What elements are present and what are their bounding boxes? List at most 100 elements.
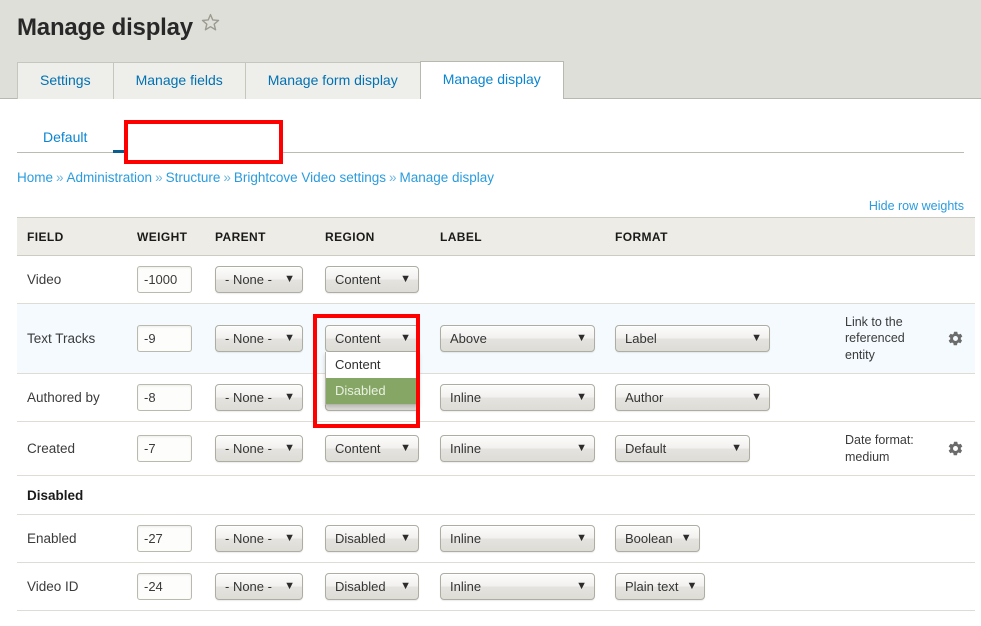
row-format-cell: Label ▼: [615, 303, 845, 375]
parent-select[interactable]: - None - ▼: [215, 324, 303, 352]
breadcrumb-item-administration[interactable]: Administration: [67, 170, 153, 185]
row-format-cell: Plain text ▼: [615, 562, 845, 612]
row-field-name: Video: [17, 255, 137, 304]
format-select-value: Author: [625, 390, 664, 406]
row-format-cell: Boolean ▼: [615, 514, 845, 564]
region-select-open-wrapper: Content ▼ Content Disabled: [325, 324, 419, 406]
row-weights-toggle-container: Hide row weights: [17, 199, 964, 213]
parent-select-value: - None -: [225, 390, 272, 406]
format-select[interactable]: Author ▼: [615, 384, 770, 412]
row-weight-cell: [137, 421, 215, 477]
parent-select[interactable]: - None - ▼: [215, 525, 303, 553]
weight-input[interactable]: [137, 384, 192, 412]
weight-input[interactable]: [137, 324, 192, 352]
format-select-value: Label: [625, 330, 657, 346]
row-parent-cell: - None - ▼: [215, 303, 325, 375]
breadcrumb-separator: »: [155, 170, 163, 185]
breadcrumb-item-manage-display[interactable]: Manage display: [400, 170, 495, 185]
parent-select[interactable]: - None - ▼: [215, 265, 303, 293]
chevron-down-icon: ▼: [751, 331, 762, 344]
region-select[interactable]: Content ▼: [325, 324, 419, 352]
table-row: Text Tracks - None - ▼ Content ▼: [17, 303, 975, 406]
region-select[interactable]: Disabled ▼: [325, 573, 419, 601]
row-summary-cell: [845, 514, 935, 564]
column-header-parent: PARENT: [215, 216, 325, 256]
dropdown-option-disabled[interactable]: Disabled: [326, 378, 418, 405]
hide-row-weights-link[interactable]: Hide row weights: [869, 199, 964, 213]
format-select-value: Plain text: [625, 579, 679, 595]
parent-select-value: - None -: [225, 579, 272, 595]
weight-input[interactable]: [137, 573, 192, 601]
primary-tabs: Settings Manage fields Manage form displ…: [17, 60, 564, 99]
dropdown-option-content[interactable]: Content: [326, 352, 418, 378]
chevron-down-icon: ▼: [576, 580, 587, 593]
gear-icon[interactable]: [947, 440, 964, 457]
label-select-value: Inline: [450, 390, 482, 406]
format-select[interactable]: Label ▼: [615, 324, 770, 352]
tab-manage-form-display-label: Manage form display: [267, 71, 398, 88]
row-label-cell: Inline ▼: [440, 421, 615, 477]
label-select[interactable]: Inline ▼: [440, 525, 595, 553]
subtab-brightcove-video[interactable]: Brightcove Video: [113, 129, 271, 153]
region-select-value: Disabled: [335, 531, 386, 547]
row-label-cell: [440, 255, 615, 304]
row-settings-cell: [935, 255, 975, 304]
table-head: FIELD WEIGHT PARENT REGION LABEL FORMAT: [17, 216, 975, 256]
parent-select[interactable]: - None - ▼: [215, 573, 303, 601]
tab-settings-label: Settings: [40, 71, 91, 88]
row-settings-cell: [935, 303, 975, 375]
row-format-cell: [615, 255, 845, 304]
format-select-value: Boolean: [625, 531, 673, 547]
breadcrumb-separator: »: [56, 170, 64, 185]
chevron-down-icon: ▼: [400, 532, 411, 545]
label-select[interactable]: Inline ▼: [440, 435, 595, 463]
label-select-value: Inline: [450, 531, 482, 547]
parent-select-value: - None -: [225, 330, 272, 346]
tab-manage-form-display[interactable]: Manage form display: [244, 61, 420, 99]
weight-input[interactable]: [137, 525, 192, 553]
row-parent-cell: - None - ▼: [215, 562, 325, 612]
table-row: Authored by - None - ▼ Content ▼: [17, 373, 975, 423]
chevron-down-icon: ▼: [576, 331, 587, 344]
tab-settings[interactable]: Settings: [17, 61, 113, 99]
format-select[interactable]: Plain text ▼: [615, 573, 706, 601]
weight-input[interactable]: [137, 265, 192, 293]
chevron-down-icon: ▼: [576, 532, 587, 545]
row-settings-cell: [935, 373, 975, 423]
star-outline-icon[interactable]: [200, 12, 221, 33]
tab-manage-fields[interactable]: Manage fields: [112, 61, 245, 99]
gear-icon[interactable]: [947, 330, 964, 347]
table-region-header-row: Disabled: [17, 475, 975, 516]
region-select[interactable]: Content ▼: [325, 435, 419, 463]
parent-select[interactable]: - None - ▼: [215, 435, 303, 463]
breadcrumb-item-brightcove-video-settings[interactable]: Brightcove Video settings: [234, 170, 386, 185]
chevron-down-icon: ▼: [400, 331, 411, 344]
region-select[interactable]: Disabled ▼: [325, 525, 419, 553]
tab-manage-display[interactable]: Manage display: [419, 60, 564, 99]
parent-select-value: - None -: [225, 271, 272, 287]
subtab-default[interactable]: Default: [17, 130, 113, 153]
row-weight-cell: [137, 373, 215, 423]
row-parent-cell: - None - ▼: [215, 421, 325, 477]
label-select[interactable]: Above ▼: [440, 324, 595, 352]
label-select[interactable]: Inline ▼: [440, 384, 595, 412]
row-region-cell: Content ▼ Content Disabled: [325, 303, 440, 406]
breadcrumb-item-structure[interactable]: Structure: [166, 170, 221, 185]
parent-select[interactable]: - None - ▼: [215, 384, 303, 412]
chevron-down-icon: ▼: [400, 272, 411, 285]
row-parent-cell: - None - ▼: [215, 514, 325, 564]
weight-input[interactable]: [137, 435, 192, 463]
label-select[interactable]: Inline ▼: [440, 573, 595, 601]
table-body: Video - None - ▼ Content ▼: [17, 255, 975, 612]
table-header-row: FIELD WEIGHT PARENT REGION LABEL FORMAT: [17, 216, 975, 256]
region-select-dropdown: Content Disabled: [325, 351, 419, 406]
chevron-down-icon: ▼: [400, 442, 411, 455]
format-select[interactable]: Default ▼: [615, 435, 750, 463]
chevron-down-icon: ▼: [284, 272, 295, 285]
chevron-down-icon: ▼: [284, 331, 295, 344]
format-select[interactable]: Boolean ▼: [615, 525, 700, 553]
region-select[interactable]: Content ▼: [325, 265, 419, 293]
row-label-cell: Inline ▼: [440, 373, 615, 423]
breadcrumb-item-home[interactable]: Home: [17, 170, 53, 185]
row-weight-cell: [137, 303, 215, 375]
